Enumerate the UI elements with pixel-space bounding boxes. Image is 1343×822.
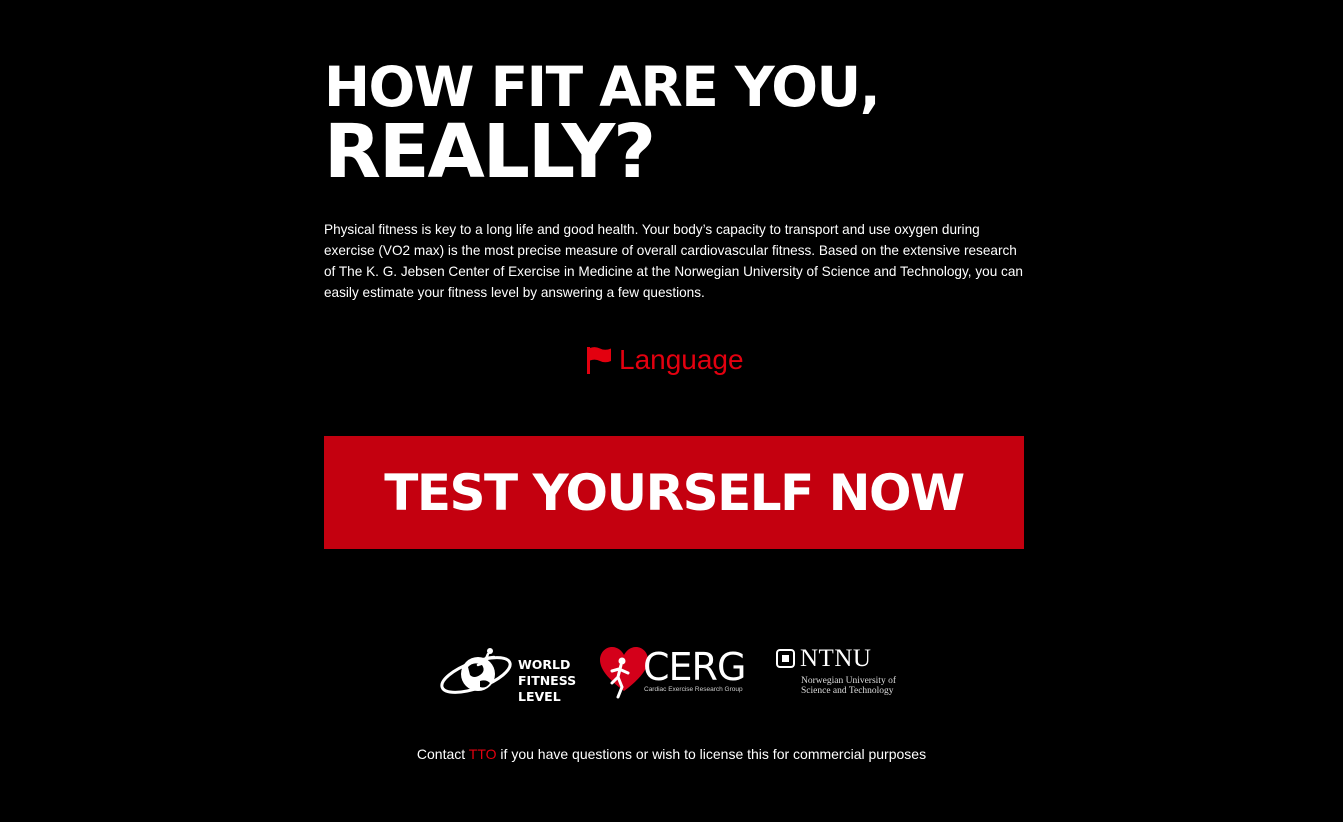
cerg-logo[interactable]: CERG Cardiac Exercise Research Group — [600, 645, 752, 705]
ntnu-subtitle-line-1: Norwegian University of — [801, 676, 896, 686]
wfl-line-2: FITNESS — [518, 673, 577, 688]
ntnu-subtitle-line-2: Science and Technology — [801, 686, 894, 696]
ntnu-name: NTNU — [800, 645, 872, 672]
footer-contact: Contact TTO if you have questions or wis… — [0, 744, 1343, 764]
world-fitness-level-logo[interactable]: WORLD FITNESS LEVEL — [432, 645, 582, 705]
flag-icon — [587, 347, 611, 374]
language-selector[interactable]: Language — [586, 340, 744, 380]
cerg-subtitle: Cardiac Exercise Research Group — [644, 686, 743, 693]
wfl-line-1: WORLD — [518, 657, 571, 672]
test-yourself-button[interactable]: TEST YOURSELF NOW — [324, 436, 1024, 549]
heart-runner-icon — [600, 647, 648, 699]
language-label: Language — [619, 344, 744, 375]
ntnu-subtitle: Norwegian University of Science and Tech… — [801, 676, 896, 696]
ntnu-emblem-icon — [776, 649, 795, 668]
cerg-name: CERG — [643, 645, 746, 689]
tto-link[interactable]: TTO — [469, 746, 497, 762]
partner-logos: WORLD FITNESS LEVEL CERG Cardiac Exercis… — [430, 640, 920, 710]
footer-prefix: Contact — [416, 746, 469, 762]
footer-suffix: if you have questions or wish to license… — [496, 746, 927, 762]
title-line-2: REALLY? — [324, 109, 656, 195]
landing-page: HOW FIT ARE YOU, REALLY? Physical fitnes… — [0, 0, 1343, 822]
world-fitness-level-text: WORLD FITNESS LEVEL — [518, 657, 576, 705]
globe-runner-icon — [440, 648, 512, 694]
intro-paragraph: Physical fitness is key to a long life a… — [324, 222, 1023, 300]
wfl-line-3: LEVEL — [518, 689, 561, 704]
ntnu-logo[interactable]: NTNU Norwegian University of Science and… — [774, 645, 919, 705]
